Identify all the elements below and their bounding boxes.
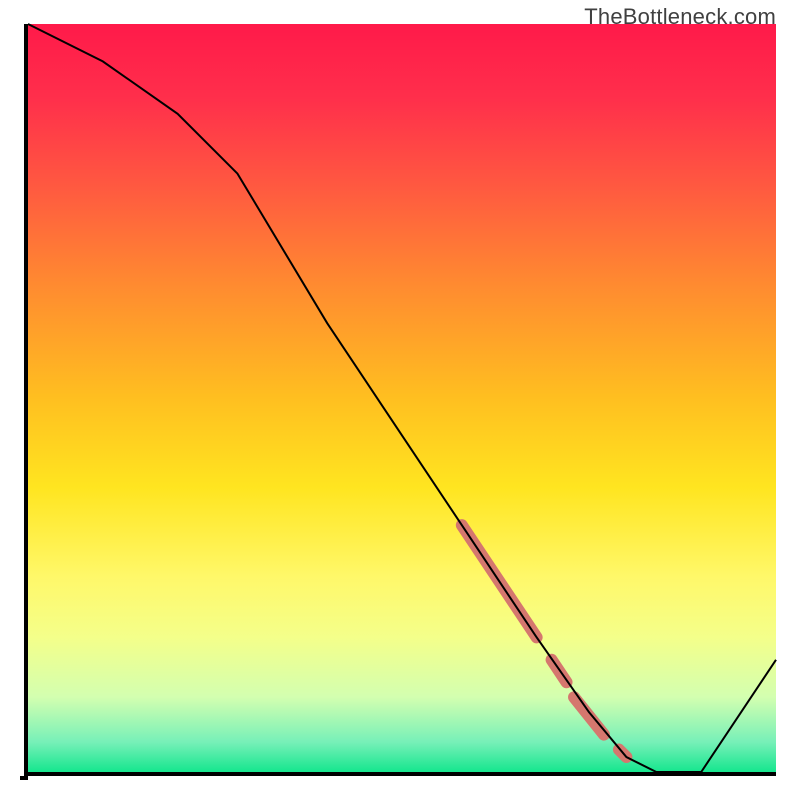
highlight-group [462,525,627,757]
bottleneck-curve [28,24,776,772]
origin-tick [20,776,28,780]
chart-container: TheBottleneck.com [0,0,800,800]
highlight-lower-thick [574,697,604,734]
curve-layer [28,24,776,772]
